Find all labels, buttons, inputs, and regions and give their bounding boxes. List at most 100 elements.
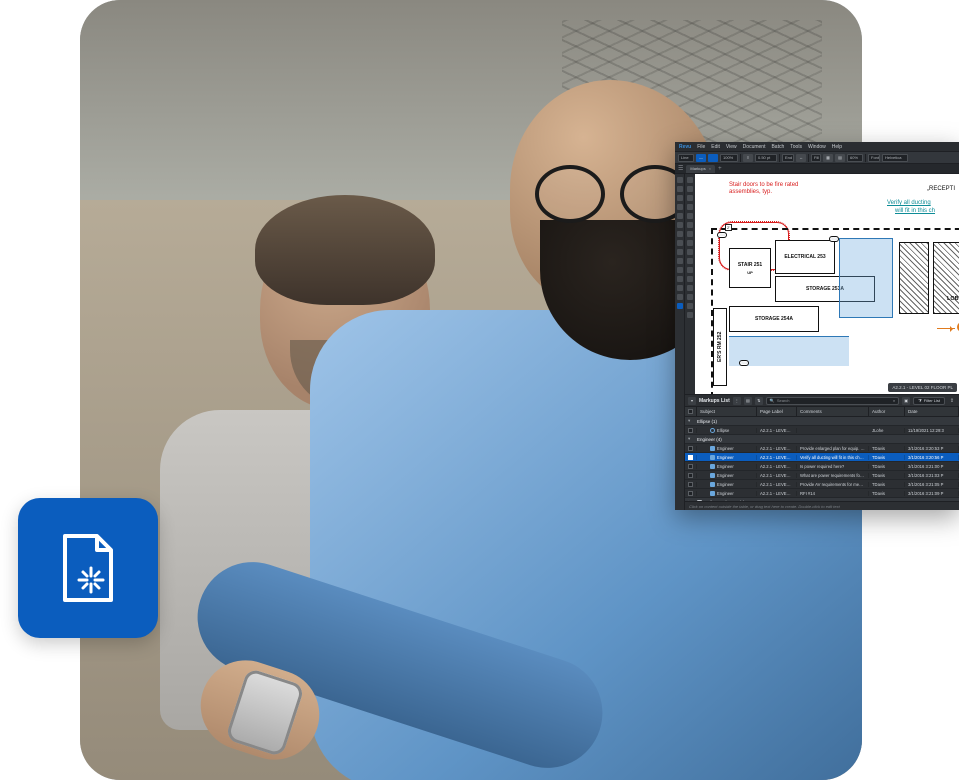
tool-rect-icon[interactable] — [687, 258, 693, 264]
menu-batch[interactable]: Batch — [771, 144, 784, 150]
menu-window[interactable]: Window — [808, 144, 826, 150]
tool-arrow-icon[interactable] — [687, 249, 693, 255]
add-tab-button[interactable]: + — [718, 166, 722, 172]
page-label-badge[interactable]: A2.2.1 - LEVEL 02 FLOOR PL — [888, 383, 957, 392]
row-ellipse-1[interactable]: Ellipse A2.2.1 - LEVE… JLohe 11/19/2021 … — [685, 426, 959, 435]
rail-3d-icon[interactable] — [677, 285, 683, 291]
row-engineer-2[interactable]: Engineer A2.2.1 - LEVE… Is power require… — [685, 462, 959, 471]
tool-text-icon[interactable] — [687, 204, 693, 210]
row-engineer-1[interactable]: Engineer A2.2.1 - LEVE… Verify all ducti… — [685, 453, 959, 462]
rail-links-icon[interactable] — [677, 258, 683, 264]
ellipse-icon — [710, 428, 715, 433]
tool-zoom-icon[interactable] — [687, 195, 693, 201]
end-style-button[interactable]: ↔ — [796, 154, 806, 162]
tool-note-icon[interactable] — [687, 213, 693, 219]
row-engineer-4[interactable]: Engineer A2.2.1 - LEVE… Provide AV requi… — [685, 480, 959, 489]
tool-pen-icon[interactable] — [687, 222, 693, 228]
menu-edit[interactable]: Edit — [711, 144, 720, 150]
markup-blue-area[interactable] — [839, 238, 893, 318]
tool-cloud-icon[interactable] — [687, 276, 693, 282]
rail-thumbnails-icon[interactable] — [677, 177, 683, 183]
zoom-field[interactable]: 100% — [720, 154, 738, 162]
col-checkbox[interactable] — [685, 407, 697, 416]
col-date[interactable]: Date — [905, 407, 959, 416]
rail-properties-icon[interactable] — [677, 204, 683, 210]
menu-help[interactable]: Help — [832, 144, 842, 150]
rail-search-icon[interactable] — [677, 213, 683, 219]
rail-toolchest-icon[interactable] — [677, 195, 683, 201]
stroke-style-button[interactable]: ≡ — [743, 154, 753, 162]
menu-file[interactable]: File — [697, 144, 705, 150]
col-page[interactable]: Page Label — [757, 407, 797, 416]
teal-callout-line1[interactable]: Verify all ducting — [887, 200, 931, 207]
rail-measure-icon[interactable] — [677, 249, 683, 255]
panel-sort-icon[interactable]: ⇅ — [755, 397, 763, 405]
teal-callout-line2[interactable]: will fit in this ch — [895, 208, 935, 215]
balloon-253a: 253A — [829, 236, 839, 242]
tab-menu-button[interactable]: ☰ — [678, 166, 683, 172]
menu-tools[interactable]: Tools — [790, 144, 802, 150]
panel-columns-icon[interactable]: ▤ — [744, 397, 752, 405]
tool-pan-icon[interactable] — [687, 186, 693, 192]
rail-spaces-icon[interactable] — [677, 240, 683, 246]
row-checkbox[interactable] — [688, 473, 693, 478]
row-checkbox[interactable] — [688, 428, 693, 433]
fill-color-button[interactable]: ▦ — [823, 154, 833, 162]
canvas-tool-rail — [685, 174, 695, 394]
stroke-width-field[interactable]: 0.50 pt — [755, 154, 777, 162]
twisty-icon[interactable]: ▾ — [688, 418, 694, 424]
tool-select-icon[interactable] — [687, 177, 693, 183]
drawing-canvas[interactable]: Stair doors to be fire rated assemblies,… — [685, 174, 959, 394]
menu-revu[interactable]: Revu — [679, 144, 691, 150]
twisty-icon[interactable]: ▾ — [688, 436, 694, 442]
panel-config-icon[interactable]: ⋮ — [733, 397, 741, 405]
col-author[interactable]: Author — [869, 407, 905, 416]
col-comments[interactable]: Comments — [797, 407, 869, 416]
fill-pattern-button[interactable]: ▤ — [835, 154, 845, 162]
clear-search-icon[interactable]: × — [893, 398, 895, 403]
line-style-button[interactable]: — — [696, 154, 706, 162]
markups-columns: Subject Page Label Comments Author Date — [685, 407, 959, 417]
row-checkbox[interactable] — [688, 491, 693, 496]
filter-toggle-icon[interactable]: ▣ — [902, 397, 910, 405]
export-icon[interactable]: ⇪ — [948, 397, 956, 405]
row-engineer-0[interactable]: Engineer A2.2.1 - LEVE… Provide enlarged… — [685, 444, 959, 453]
tool-highlight-icon[interactable] — [687, 231, 693, 237]
document-tab[interactable]: Markups × — [686, 165, 715, 173]
menu-document[interactable]: Document — [743, 144, 766, 150]
filter-list-button[interactable]: ⧩ Filter List — [913, 397, 945, 405]
opacity-field[interactable]: 60% — [847, 154, 863, 162]
panel-collapse-icon[interactable]: ▾ — [688, 397, 696, 405]
tool-ellipse-icon[interactable] — [687, 267, 693, 273]
row-engineer-3[interactable]: Engineer A2.2.1 - LEVE… What are power r… — [685, 471, 959, 480]
tool-line-icon[interactable] — [687, 240, 693, 246]
tool-stamp-icon[interactable] — [687, 294, 693, 300]
rail-sets-icon[interactable] — [677, 294, 683, 300]
row-checkbox[interactable] — [688, 455, 693, 460]
row-checkbox[interactable] — [688, 482, 693, 487]
rail-layers-icon[interactable] — [677, 231, 683, 237]
rail-markups-icon[interactable] — [677, 303, 683, 309]
font-field[interactable]: Helvetica — [882, 154, 908, 162]
balloon-255: 255 — [717, 232, 727, 238]
group-engineer[interactable]: ▾Engineer (4) — [685, 435, 959, 444]
orange-arrow[interactable] — [937, 328, 955, 329]
rail-signatures-icon[interactable] — [677, 276, 683, 282]
row-checkbox[interactable] — [688, 464, 693, 469]
rail-studio-icon[interactable] — [677, 222, 683, 228]
group-ellipse[interactable]: ▾Ellipse (1) — [685, 417, 959, 426]
tool-type-field[interactable]: Line — [678, 154, 694, 162]
markups-search-input[interactable]: 🔍 Search × — [766, 397, 899, 405]
close-tab-icon[interactable]: × — [709, 166, 711, 171]
row-checkbox[interactable] — [688, 446, 693, 451]
col-subject[interactable]: Subject — [697, 407, 757, 416]
tool-image-icon[interactable] — [687, 303, 693, 309]
tool-callout-icon[interactable] — [687, 285, 693, 291]
line-color-button[interactable] — [708, 154, 718, 162]
redline-note[interactable]: Stair doors to be fire rated assemblies,… — [729, 182, 819, 196]
rail-forms-icon[interactable] — [677, 267, 683, 273]
rail-bookmarks-icon[interactable] — [677, 186, 683, 192]
row-engineer-5[interactable]: Engineer A2.2.1 - LEVE… RFI #14 TDavis 3… — [685, 489, 959, 498]
tool-measure-icon[interactable] — [687, 312, 693, 318]
menu-view[interactable]: View — [726, 144, 737, 150]
